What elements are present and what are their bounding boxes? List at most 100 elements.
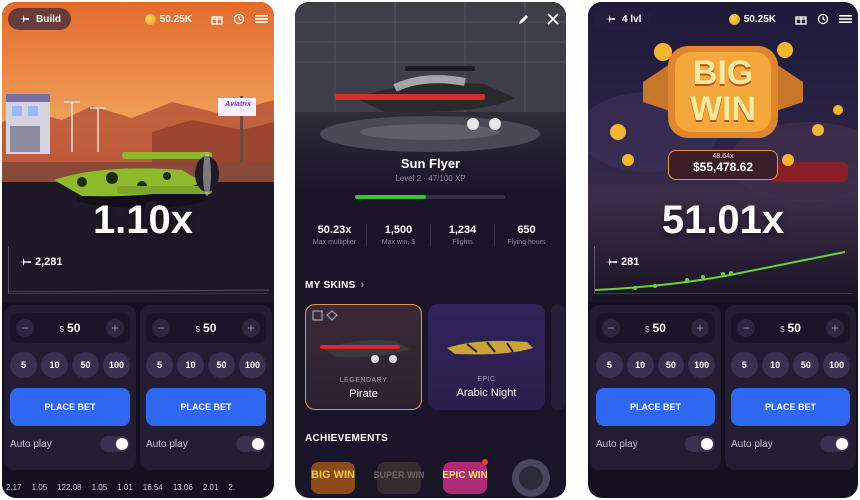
- bet-amount: $50: [645, 321, 666, 335]
- chip-button[interactable]: 10: [761, 352, 789, 378]
- achievements-list: BIG WIN SUPER WIN EPIC WIN: [305, 456, 559, 498]
- skin-name: Arabic Night: [456, 387, 517, 399]
- pirate-plane-image: [320, 340, 410, 363]
- badge-big-win[interactable]: BIG WIN: [305, 456, 361, 498]
- currency-symbol: $: [645, 325, 650, 334]
- history-item: 13.06: [172, 482, 193, 492]
- decrease-button[interactable]: −: [152, 319, 170, 337]
- auto-play-toggle[interactable]: [100, 436, 130, 452]
- graph-curve: [595, 251, 846, 291]
- chip-button[interactable]: 10: [41, 352, 68, 378]
- place-bet-button[interactable]: PLACE BET: [146, 388, 266, 426]
- skin-card-arabic-night[interactable]: EPIC Arabic Night: [428, 304, 545, 410]
- pill-label: Build: [36, 13, 61, 25]
- badge-chip[interactable]: [503, 456, 559, 498]
- my-skins-header[interactable]: MY SKINS ›: [305, 279, 365, 291]
- close-icon[interactable]: [546, 12, 560, 26]
- increase-button[interactable]: +: [691, 319, 709, 337]
- bet-amount-field[interactable]: − $50 +: [146, 313, 266, 343]
- bet-panels: − $50 + 5 10 50 100 PLACE BET Auto play: [588, 305, 858, 470]
- chip-button[interactable]: 100: [688, 352, 715, 378]
- build-pill[interactable]: Build: [8, 8, 71, 30]
- increase-button[interactable]: +: [826, 319, 844, 337]
- balance: 50.25K: [728, 13, 776, 25]
- flight-graph: 2,281: [8, 246, 269, 294]
- increase-button[interactable]: +: [106, 319, 124, 337]
- quick-chips: 5 10 50 100: [10, 352, 130, 378]
- decrease-button[interactable]: −: [16, 319, 34, 337]
- chip-button[interactable]: 50: [72, 352, 99, 378]
- plane-name: Sun Flyer: [400, 156, 461, 171]
- bet-amount-field[interactable]: − $50 +: [731, 313, 850, 343]
- auto-play-label: Auto play: [10, 438, 52, 450]
- gift-icon[interactable]: [210, 12, 224, 26]
- xp-progress-fill: [355, 195, 426, 199]
- history-icon[interactable]: [816, 12, 830, 26]
- auto-play-label: Auto play: [596, 438, 638, 450]
- skin-card-partial[interactable]: [551, 304, 565, 410]
- plane-icon: [19, 15, 29, 23]
- decrease-button[interactable]: −: [737, 319, 755, 337]
- quick-chips: 5 10 50 100: [731, 352, 850, 378]
- history-item: 16.54: [142, 482, 163, 492]
- chip-button[interactable]: 5: [146, 352, 173, 378]
- arabic-night-plane-image: [447, 340, 533, 355]
- history-item: 122.08: [57, 482, 82, 492]
- badge-super-win[interactable]: SUPER WIN: [371, 456, 427, 498]
- auto-play-row: Auto play: [731, 436, 850, 452]
- chip-button[interactable]: 50: [792, 352, 820, 378]
- stat-label: Max win, $: [381, 239, 416, 246]
- chip-button[interactable]: 10: [177, 352, 204, 378]
- level-pill[interactable]: 4 lvl: [594, 8, 652, 30]
- chip-button[interactable]: 5: [731, 352, 758, 378]
- history-item: 2.01: [202, 482, 219, 492]
- game-screen-right: BIG WIN 48.64x $55,478.62 4 lvl 50.25K 5…: [588, 2, 858, 498]
- stat-value: 50.23x: [317, 224, 352, 236]
- achievements-title: ACHIEVEMENTS: [305, 433, 389, 444]
- auto-play-toggle[interactable]: [820, 436, 850, 452]
- place-bet-button[interactable]: PLACE BET: [731, 388, 850, 426]
- gift-icon[interactable]: [794, 12, 808, 26]
- chevron-right-icon: ›: [360, 279, 365, 291]
- place-bet-button[interactable]: PLACE BET: [596, 388, 715, 426]
- edit-icon[interactable]: [516, 12, 530, 26]
- graph-curve: [9, 289, 269, 292]
- big-win-line1: BIG: [692, 54, 754, 92]
- chip-button[interactable]: 5: [596, 352, 623, 378]
- balance-value: 50.25K: [159, 13, 192, 25]
- chip-button[interactable]: 5: [10, 352, 37, 378]
- increase-button[interactable]: +: [242, 319, 260, 337]
- multiplier-value: 1.10x: [92, 198, 194, 242]
- chip-button[interactable]: 100: [103, 352, 130, 378]
- chip-button[interactable]: 100: [823, 352, 850, 378]
- top-bar: 4 lvl 50.25K: [594, 8, 852, 30]
- skin-card-pirate[interactable]: LEGENDARY Pirate: [305, 304, 422, 410]
- auto-play-toggle[interactable]: [236, 436, 266, 452]
- big-win-line2: WIN: [689, 90, 757, 128]
- bet-amount: $50: [196, 321, 217, 335]
- menu-icon[interactable]: [254, 12, 268, 26]
- stat-value: 650: [517, 224, 536, 236]
- decrease-button[interactable]: −: [602, 319, 620, 337]
- stat-label: Flights: [452, 239, 473, 246]
- stat-value: 1,234: [448, 224, 477, 236]
- chip-button[interactable]: 10: [626, 352, 654, 378]
- app-stage: Aviatrix Build 50.25K 1.10x 2,281 − $ 50…: [0, 0, 860, 500]
- balance: 50.25K: [144, 13, 192, 25]
- auto-play-label: Auto play: [146, 438, 188, 450]
- place-bet-button[interactable]: PLACE BET: [10, 388, 130, 426]
- badge-epic-win[interactable]: EPIC WIN: [437, 456, 493, 498]
- menu-icon[interactable]: [838, 12, 852, 26]
- chip-button[interactable]: 50: [208, 352, 235, 378]
- auto-play-toggle[interactable]: [685, 436, 715, 452]
- history-icon[interactable]: [232, 12, 246, 26]
- bet-amount-field[interactable]: − $50 +: [596, 313, 715, 343]
- coin-icon: [144, 13, 156, 25]
- badge-epic-win-text: EPIC WIN: [442, 470, 488, 481]
- chip-button[interactable]: 50: [657, 352, 685, 378]
- skin-name: Pirate: [349, 388, 378, 400]
- chip-button[interactable]: 100: [239, 352, 266, 378]
- bet-amount-field[interactable]: − $50 +: [10, 313, 130, 343]
- win-amount: $55,478.62: [692, 160, 754, 174]
- bet-card-2: − $50 + 5 10 50 100 PLACE BET Auto play: [725, 305, 856, 470]
